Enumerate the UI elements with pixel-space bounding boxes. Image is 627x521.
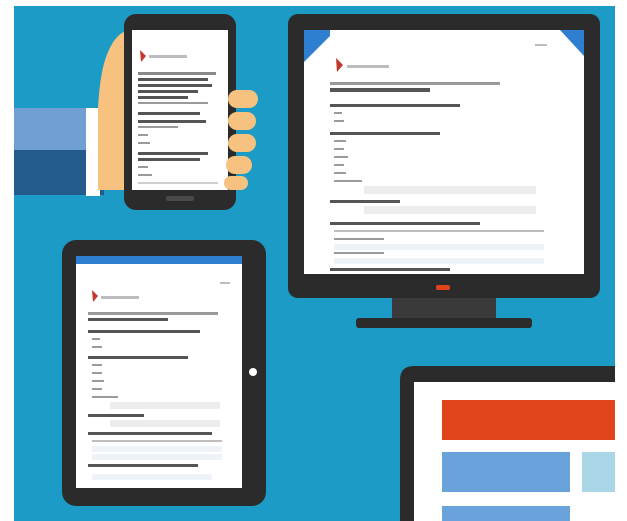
monitor-power-led[interactable] [436, 285, 450, 290]
monitor-screen [304, 30, 584, 274]
tablet-home-button[interactable] [249, 368, 257, 376]
cuff [86, 108, 100, 196]
laptop-blue-block-1 [442, 452, 570, 492]
tablet-group [62, 240, 266, 506]
monitor-stand [356, 318, 532, 328]
laptop-pale-block [582, 452, 615, 492]
phone-home-button[interactable] [166, 196, 194, 201]
monitor-neck [392, 298, 496, 320]
laptop-blue-block-2 [442, 506, 570, 521]
multi-device-illustration [14, 6, 615, 521]
tablet-header-bar [76, 256, 242, 264]
laptop-group [400, 366, 615, 521]
laptop-orange-banner [442, 400, 615, 440]
monitor-group [288, 14, 600, 328]
